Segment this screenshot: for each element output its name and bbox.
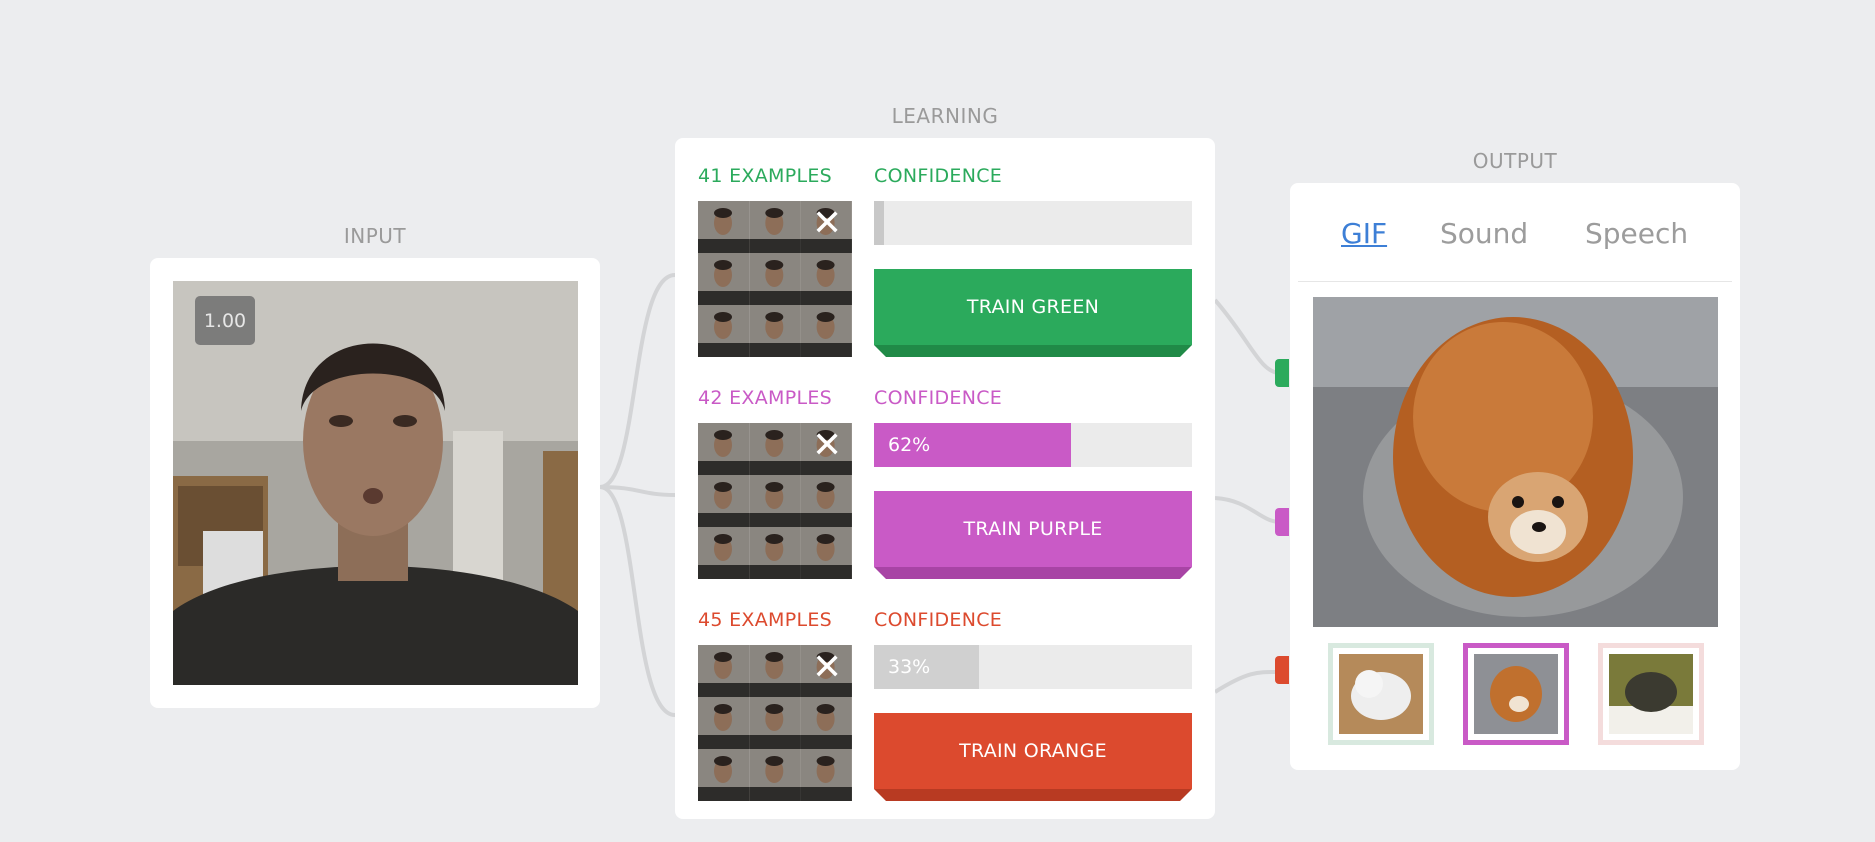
confidence-value: 62% <box>888 434 931 456</box>
confidence-label: CONFIDENCE <box>874 609 1003 631</box>
purple-output-connector <box>1275 508 1289 536</box>
clear-examples-icon[interactable]: ✕ <box>812 206 842 242</box>
confidence-bar: 62% <box>874 423 1192 467</box>
input-title: INPUT <box>343 224 407 248</box>
confidence-label: CONFIDENCE <box>874 387 1003 409</box>
train-green-button[interactable]: TRAIN GREEN <box>874 269 1192 357</box>
examples-count: 41 EXAMPLES <box>698 165 833 187</box>
clear-examples-icon[interactable]: ✕ <box>812 650 842 686</box>
orange-output-connector <box>1275 656 1289 684</box>
output-card: GIF Sound Speech <box>1290 183 1740 770</box>
train-green-label: TRAIN GREEN <box>874 269 1192 345</box>
examples-count: 45 EXAMPLES <box>698 609 833 631</box>
confidence-bar: 33% <box>874 645 1192 689</box>
gif-option-rabbit[interactable] <box>1598 643 1704 745</box>
train-purple-button[interactable]: TRAIN PURPLE <box>874 491 1192 579</box>
clear-examples-icon[interactable]: ✕ <box>812 428 842 464</box>
gif-option-cat[interactable] <box>1328 643 1434 745</box>
gif-preview <box>1313 297 1718 627</box>
learning-title: LEARNING <box>891 104 999 128</box>
confidence-value: 33% <box>888 656 931 678</box>
examples-count: 42 EXAMPLES <box>698 387 833 409</box>
confidence-label: CONFIDENCE <box>874 165 1003 187</box>
webcam-feed: 1.00 <box>173 281 578 685</box>
learning-card: 41 EXAMPLES CONFIDENCE ✕ TRAIN GREEN 42 … <box>675 138 1215 819</box>
tabs-divider <box>1298 281 1732 282</box>
train-orange-label: TRAIN ORANGE <box>874 713 1192 789</box>
green-output-connector <box>1275 359 1289 387</box>
confidence-badge: 1.00 <box>195 296 255 345</box>
confidence-bar <box>874 201 1192 245</box>
train-orange-button[interactable]: TRAIN ORANGE <box>874 713 1192 801</box>
confidence-bar-fill <box>874 201 884 245</box>
tab-speech[interactable]: Speech <box>1585 217 1688 250</box>
tab-sound[interactable]: Sound <box>1440 217 1528 250</box>
gif-option-dog[interactable] <box>1463 643 1569 745</box>
tab-gif[interactable]: GIF <box>1341 217 1387 250</box>
output-title: OUTPUT <box>1472 149 1558 173</box>
train-purple-label: TRAIN PURPLE <box>874 491 1192 567</box>
input-card: 1.00 <box>150 258 600 708</box>
